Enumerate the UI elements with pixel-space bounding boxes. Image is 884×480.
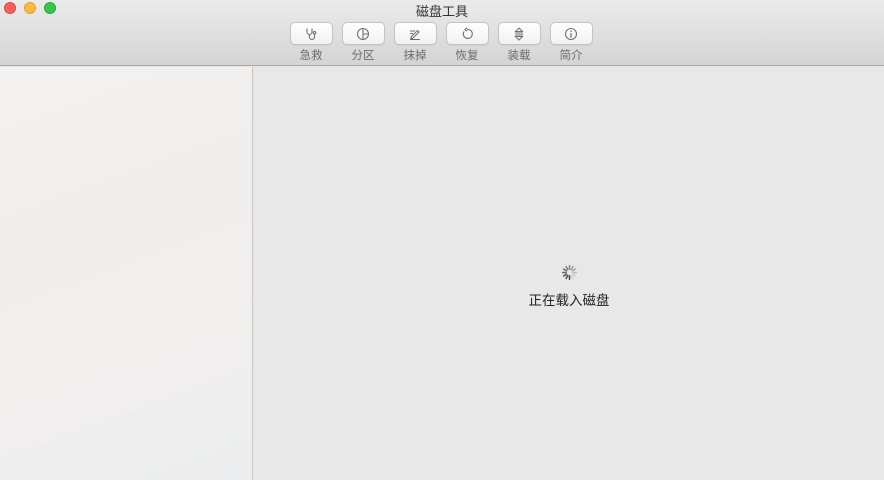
restore-button-frame[interactable] [445,22,489,45]
erase-button[interactable]: 抹掉 [393,22,437,63]
erase-button-frame[interactable] [393,22,437,45]
info-button-frame[interactable] [549,22,593,45]
first-aid-button-frame[interactable] [289,22,333,45]
window-title: 磁盘工具 [415,5,468,20]
first-aid-label: 急救 [299,48,323,62]
mount-button[interactable]: 装载 [497,22,541,63]
partition-button[interactable]: 分区 [341,22,385,63]
partition-button-frame[interactable] [341,22,385,45]
mount-icon [514,26,524,41]
mount-label: 装载 [507,48,531,62]
restore-icon [462,26,473,39]
mount-button-frame[interactable] [497,22,541,45]
pie-chart-icon [356,27,370,40]
first-aid-button[interactable]: 急救 [289,22,333,63]
info-icon [564,27,578,40]
restore-button[interactable]: 恢复 [445,22,489,63]
window-titlebar: 磁盘工具 急救 分区 抹掉 恢复 装载 简介 [0,0,884,66]
erase-label: 抹掉 [403,48,427,62]
restore-label: 恢复 [455,48,479,62]
sidebar[interactable] [0,67,253,480]
partition-label: 分区 [351,48,375,62]
stethoscope-icon [306,28,317,40]
erase-icon [410,29,420,40]
loading-status-text: 正在载入磁盘 [528,293,610,309]
info-label: 简介 [559,48,583,62]
info-button[interactable]: 简介 [549,22,593,63]
main-content: 正在载入磁盘 [254,67,884,480]
loading-spinner-icon [561,264,578,281]
